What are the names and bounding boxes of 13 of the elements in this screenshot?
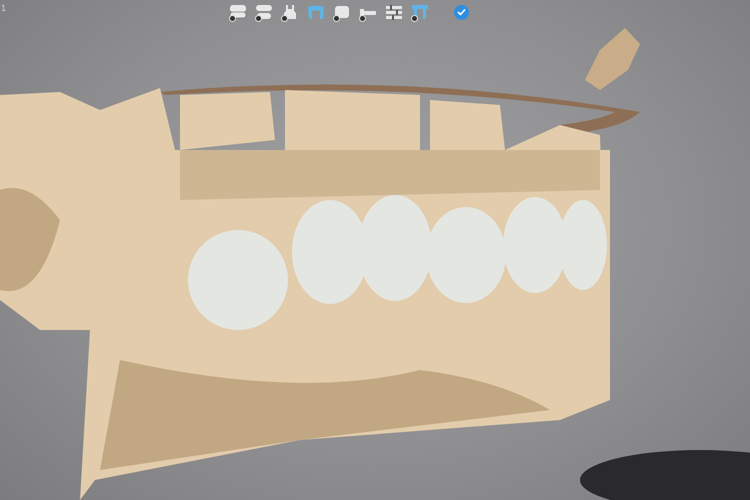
toggle-icon[interactable]: [333, 15, 340, 22]
open-jaw-icon[interactable]: [254, 3, 274, 21]
toggle-icon[interactable]: [281, 15, 288, 22]
sliders-icon[interactable]: [384, 3, 404, 21]
block-icon[interactable]: [332, 3, 352, 21]
toggle-icon[interactable]: [229, 15, 236, 22]
corner-label: 1: [1, 3, 6, 13]
confirm-check-icon[interactable]: [454, 4, 469, 20]
toggle-icon[interactable]: [411, 15, 418, 22]
jaw-icon[interactable]: [228, 3, 248, 21]
toggle-icon[interactable]: [255, 15, 262, 22]
bridge-icon[interactable]: [410, 3, 430, 21]
toggle-icon[interactable]: [359, 15, 366, 22]
